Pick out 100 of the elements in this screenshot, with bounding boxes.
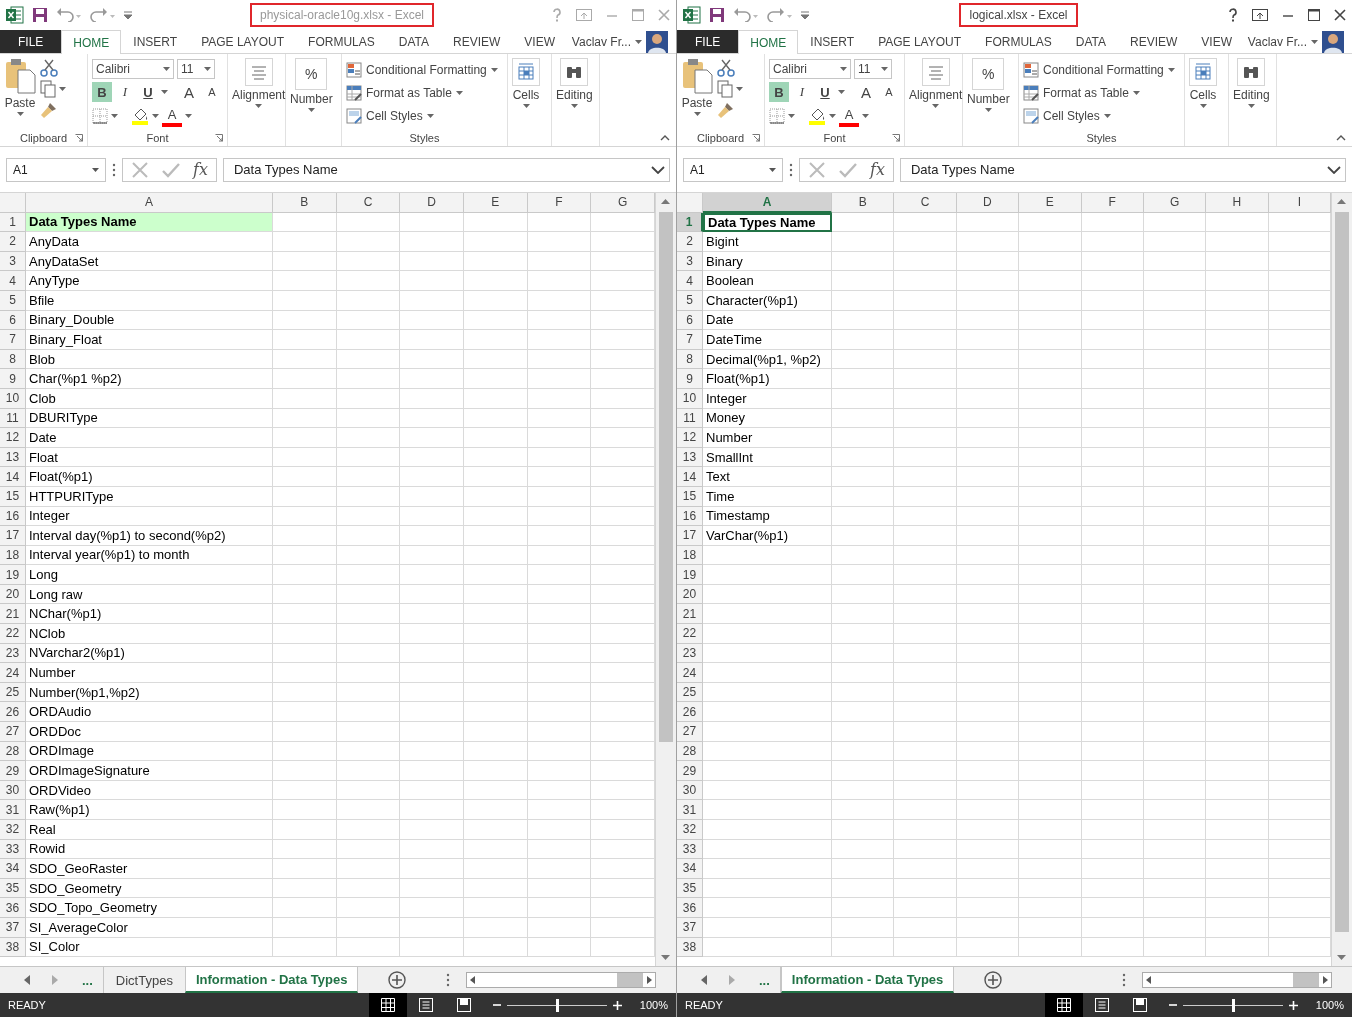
ribbon-tab[interactable]: REVIEW	[441, 30, 513, 53]
borders-icon[interactable]	[92, 108, 108, 124]
caret-icon[interactable]	[932, 104, 940, 108]
row-number[interactable]: 32	[0, 820, 26, 840]
sheet-tab[interactable]: DictTypes	[103, 967, 185, 993]
font-size-field[interactable]: 11	[854, 59, 892, 79]
insert-function-button[interactable]: fx	[870, 160, 885, 179]
column-header[interactable]: D	[400, 193, 464, 213]
ribbon-tab[interactable]: INSERT	[798, 30, 867, 53]
cells-button[interactable]: Cells	[1189, 56, 1217, 130]
cells-button[interactable]: Cells	[512, 56, 540, 130]
scrollbar-thumb[interactable]	[659, 212, 673, 742]
grow-font-button[interactable]: A	[856, 82, 876, 102]
row-number[interactable]: 24	[677, 663, 703, 683]
add-sheet-icon[interactable]	[984, 971, 1003, 989]
column-header[interactable]: I	[1268, 193, 1331, 213]
row-number[interactable]: 38	[677, 937, 703, 958]
ribbon-tab[interactable]: HOME	[738, 30, 799, 54]
font-name-field[interactable]: Calibri	[769, 59, 851, 79]
column-header[interactable]: H	[1206, 193, 1269, 213]
caret-icon[interactable]	[1311, 39, 1318, 44]
scrollbar-thumb[interactable]	[1335, 212, 1349, 932]
row-number[interactable]: 10	[677, 388, 703, 409]
row-number[interactable]: 31	[0, 800, 26, 820]
caret-icon[interactable]	[693, 112, 701, 116]
copy-icon[interactable]	[40, 80, 56, 98]
row-number[interactable]: 21	[677, 604, 703, 625]
column-header[interactable]: E	[1019, 193, 1082, 213]
insert-function-button[interactable]: fx	[193, 160, 208, 179]
caret-icon[interactable]	[490, 68, 498, 72]
ribbon-tab[interactable]: DATA	[386, 30, 441, 53]
caret-icon[interactable]	[635, 39, 642, 44]
row-number[interactable]: 23	[677, 643, 703, 664]
editing-button[interactable]: Editing	[556, 56, 593, 130]
name-box[interactable]: A1	[683, 157, 783, 182]
horizontal-scrollbar[interactable]	[466, 972, 656, 988]
row-number[interactable]: 29	[677, 761, 703, 781]
dialog-launcher-icon[interactable]	[892, 134, 900, 142]
sheet-tab[interactable]: Information - Data Types	[184, 967, 359, 993]
ribbon-tab[interactable]: PAGE LAYOUT	[866, 30, 974, 53]
dialog-launcher-icon[interactable]	[752, 134, 760, 142]
row-number[interactable]: 16	[677, 506, 703, 527]
caret-icon[interactable]	[829, 114, 836, 118]
column-header[interactable]: A	[26, 193, 273, 213]
bold-button[interactable]: B	[769, 82, 789, 102]
ribbon-tab[interactable]: FILE	[677, 30, 739, 53]
bold-button[interactable]: B	[92, 82, 112, 102]
zoom-out-icon[interactable]	[492, 1001, 501, 1009]
column-header[interactable]: B	[832, 193, 895, 213]
split-handle-icon[interactable]	[446, 973, 450, 987]
editing-button[interactable]: Editing	[1233, 56, 1270, 130]
caret-icon[interactable]	[570, 104, 578, 108]
row-number[interactable]: 24	[0, 663, 26, 683]
ribbon-tab[interactable]: VIEW	[1189, 30, 1244, 53]
row-number[interactable]: 15	[0, 486, 26, 507]
row-number[interactable]: 1	[677, 212, 703, 233]
caret-icon[interactable]	[1132, 91, 1140, 95]
dialog-launcher-icon[interactable]	[215, 134, 223, 142]
caret-icon[interactable]	[185, 114, 192, 118]
ribbon-tab[interactable]: FILE	[0, 30, 62, 53]
row-number[interactable]: 9	[0, 369, 26, 389]
styles-menu-button[interactable]: Conditional Formatting	[1023, 59, 1175, 81]
save-icon[interactable]	[709, 7, 725, 23]
zoom-level[interactable]: 100%	[1315, 999, 1344, 1011]
zoom-in-icon[interactable]	[1288, 1000, 1298, 1010]
caret-icon[interactable]	[59, 87, 66, 91]
caret-icon[interactable]	[984, 108, 992, 112]
styles-menu-button[interactable]: Conditional Formatting	[346, 59, 498, 81]
caret-icon[interactable]	[838, 90, 845, 94]
row-number[interactable]: 8	[0, 349, 26, 370]
column-header[interactable]: F	[527, 193, 592, 213]
row-number[interactable]: 28	[677, 741, 703, 762]
row-number[interactable]: 2	[677, 232, 703, 252]
ribbon-tab[interactable]: FORMULAS	[973, 30, 1064, 53]
row-number[interactable]: 28	[0, 741, 26, 762]
zoom-in-icon[interactable]	[612, 1000, 622, 1010]
row-number[interactable]: 12	[677, 428, 703, 448]
column-header[interactable]: G	[591, 193, 655, 213]
column-header[interactable]: B	[273, 193, 337, 213]
row-number[interactable]: 25	[677, 682, 703, 703]
row-number[interactable]: 14	[677, 467, 703, 487]
column-header[interactable]: C	[336, 193, 401, 213]
row-number[interactable]: 36	[677, 898, 703, 918]
row-number[interactable]: 8	[677, 349, 703, 370]
fill-color-icon[interactable]	[808, 107, 826, 125]
normal-view-icon[interactable]	[1056, 998, 1071, 1012]
paste-button[interactable]: Paste	[4, 56, 36, 130]
row-number[interactable]: 27	[677, 722, 703, 742]
italic-button[interactable]: I	[115, 82, 135, 102]
number-button[interactable]: % Number	[290, 56, 333, 130]
row-number[interactable]: 25	[0, 682, 26, 703]
row-number[interactable]: 15	[677, 486, 703, 507]
row-number[interactable]: 22	[0, 624, 26, 644]
caret-icon[interactable]	[1103, 114, 1111, 118]
column-header[interactable]: F	[1081, 193, 1144, 213]
zoom-out-icon[interactable]	[1168, 1001, 1177, 1009]
spreadsheet-logo-icon[interactable]	[683, 6, 701, 24]
paintbrush-icon[interactable]	[717, 101, 735, 119]
ribbon-tab[interactable]: REVIEW	[1118, 30, 1190, 53]
italic-button[interactable]: I	[792, 82, 812, 102]
